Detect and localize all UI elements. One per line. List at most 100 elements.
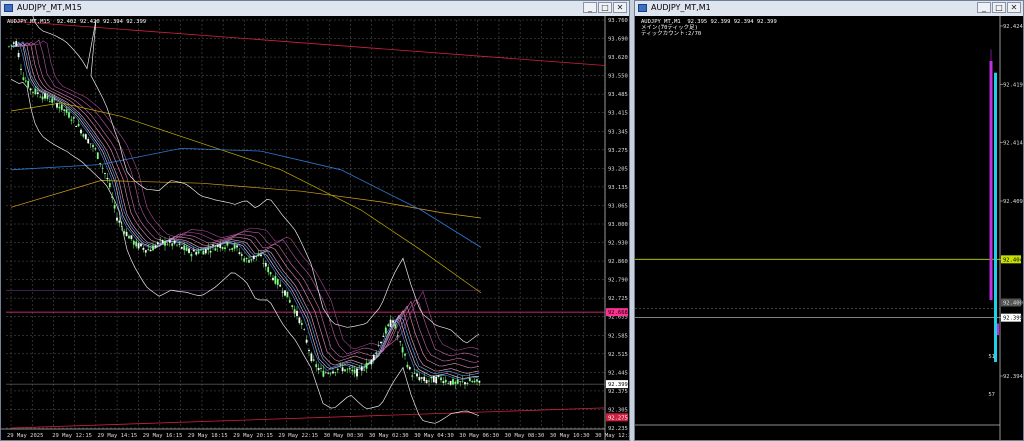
candle-body <box>442 381 445 384</box>
candle-body <box>461 380 464 382</box>
candle-body <box>468 378 471 382</box>
candle-body <box>75 125 78 127</box>
candle-body <box>137 243 140 249</box>
candle-body <box>147 249 150 251</box>
candle-body <box>236 245 238 248</box>
current-price-label: 92.399 <box>1003 316 1023 322</box>
candle-body <box>200 249 202 251</box>
close-button[interactable]: ✕ <box>1007 2 1021 13</box>
candle-body <box>180 246 183 249</box>
candle-body <box>466 383 469 385</box>
candle-body <box>248 259 250 263</box>
chart-window-m1[interactable]: AUDJPY_MT,M1 _ □ ✕ 92.424 92.419 92.414 92.… <box>634 0 1024 441</box>
candle-body <box>238 252 241 254</box>
candle-body <box>396 335 399 337</box>
candle-body <box>327 372 330 374</box>
time-tick-label: 30 May 08:30 <box>505 433 545 439</box>
candle-body <box>322 370 325 377</box>
chart-background <box>1 16 629 440</box>
title-bar[interactable]: AUDJPY_MT,M1 _ □ ✕ <box>635 1 1023 17</box>
close-button[interactable]: ✕ <box>613 2 627 13</box>
time-tick-label: 29 May 18:15 <box>188 433 228 439</box>
candle-body <box>118 220 121 223</box>
candle-body <box>324 372 327 374</box>
candle-body <box>423 376 426 381</box>
maximize-button[interactable]: □ <box>598 2 612 13</box>
candle-body <box>420 377 423 379</box>
candle-body <box>87 138 90 144</box>
candle-body <box>190 253 193 257</box>
candle-body <box>197 251 200 254</box>
price-chart-m1[interactable]: 92.424 92.419 92.414 92.409 92.404 92.399 92.3… <box>635 16 1023 440</box>
candle-body <box>92 144 94 148</box>
candle-body <box>128 235 130 239</box>
candle-body <box>252 255 255 260</box>
candle-body <box>332 371 334 374</box>
candle-body <box>60 104 63 110</box>
candle-body <box>80 129 82 134</box>
price-tick-label: 93.760 <box>608 18 628 24</box>
candle-body <box>29 88 32 91</box>
candle-body <box>276 279 279 285</box>
candle-body <box>212 244 214 246</box>
candle-body <box>432 375 435 383</box>
candle-body <box>101 167 104 169</box>
candle-body <box>130 235 133 239</box>
price-tick-label: 92.445 <box>608 370 628 376</box>
candle-body <box>240 254 243 256</box>
candle-body <box>413 372 416 374</box>
maximize-button[interactable]: □ <box>992 2 1006 13</box>
candle-body <box>58 106 61 109</box>
candle-body <box>77 123 80 127</box>
tick-count: ティックカウント:2/70 <box>641 31 702 37</box>
candle-body <box>377 345 380 346</box>
candle-body <box>99 163 102 164</box>
candle-body <box>188 248 190 253</box>
price-tick-label: 92.375 <box>608 389 628 395</box>
candle-body <box>72 117 75 119</box>
candle-body <box>372 354 375 361</box>
minimize-button[interactable]: _ <box>583 2 597 13</box>
candle-body <box>329 373 332 375</box>
candle-body <box>351 369 354 372</box>
price-chart-m15[interactable]: 93.760 93.690 93.620 93.550 93.485 93.415 93.3… <box>1 16 629 440</box>
time-tick-label: 30 May 10:30 <box>550 433 590 439</box>
time-tick-label: 30 May 02:30 <box>369 433 409 439</box>
candle-body <box>56 103 58 108</box>
price-tick-label: 92.394 <box>1003 374 1023 380</box>
time-tick-label: 30 May 00:30 <box>324 433 364 439</box>
candle-body <box>315 364 318 368</box>
candle-body <box>300 322 303 325</box>
candle-body <box>65 109 68 113</box>
chart-header: AUDJPY_MT,M15 92.402 92.420 92.394 92.39… <box>7 19 147 25</box>
candle-body <box>384 327 387 334</box>
candle-body <box>84 134 87 140</box>
candle-body <box>53 98 56 100</box>
candle-body <box>20 68 22 70</box>
minimize-button[interactable]: _ <box>977 2 991 13</box>
bar-number-label: 51 <box>988 354 995 360</box>
candle-body <box>156 242 159 245</box>
candle-body <box>159 238 162 240</box>
candle-body <box>104 173 106 174</box>
candle-body <box>24 80 27 82</box>
candle-body <box>368 363 370 365</box>
candle-body <box>339 364 342 366</box>
title-bar[interactable]: AUDJPY_MT,M15 _ □ ✕ <box>1 1 629 17</box>
price-tick-label: 92.725 <box>608 296 628 302</box>
candle-body <box>171 243 174 246</box>
time-tick-label: 29 May 16:15 <box>143 433 183 439</box>
candle-body <box>202 250 205 255</box>
candle-body <box>394 324 397 329</box>
candle-body <box>216 244 219 247</box>
candle-body <box>336 368 339 371</box>
chart-background <box>635 16 1023 440</box>
candle-body <box>380 341 382 344</box>
chart-window-m15[interactable]: AUDJPY_MT,M15 _ □ ✕ 93.760 93.690 93.620 93… <box>0 0 630 441</box>
candle-body <box>478 380 481 383</box>
chart-window-icon <box>638 4 647 12</box>
candle-body <box>279 284 282 287</box>
candle-body <box>416 373 418 377</box>
candle-body <box>401 347 404 353</box>
candle-body <box>255 256 258 258</box>
